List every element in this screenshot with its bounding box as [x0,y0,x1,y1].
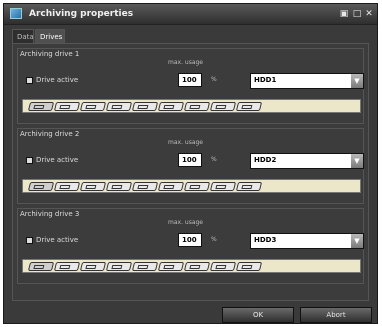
drive-slot-1-icon[interactable] [27,262,55,271]
drive-slot-3-icon[interactable] [79,102,107,111]
drive-select[interactable]: HDD3 ▼ [250,233,364,249]
drive-slot-9-icon[interactable] [235,262,263,271]
maximize-icon[interactable]: □ [352,9,362,19]
drive-slot-5-icon[interactable] [131,182,159,191]
drive-slot-6-icon[interactable] [157,262,185,271]
drive-slot-7-icon[interactable] [183,262,211,271]
drive-slot-3-icon[interactable] [79,262,107,271]
max-usage-input[interactable]: 100 [178,233,202,247]
group-title: Archiving drive 1 [20,50,80,58]
archiving-properties-window: Archiving properties ▣ □ ✕ Data Drives A… [3,3,378,324]
chevron-down-icon[interactable]: ▼ [351,154,363,168]
drive-slot-8-icon[interactable] [209,262,237,271]
drive-active-checkbox[interactable] [26,77,33,84]
archiving-drive-3-group: Archiving drive 3 max. usage Drive activ… [17,208,364,284]
drive-slot-4-icon[interactable] [105,262,133,271]
percent-unit: % [211,76,217,83]
window-title: Archiving properties [29,9,134,19]
drive-active-checkbox[interactable] [26,157,33,164]
drive-select[interactable]: HDD2 ▼ [250,153,364,169]
drive-select-value: HDD1 [254,76,277,84]
archiving-drive-1-group: Archiving drive 1 max. usage Drive activ… [17,48,364,124]
chevron-down-icon[interactable]: ▼ [351,74,363,88]
drive-select-value: HDD2 [254,156,277,164]
abort-button[interactable]: Abort [300,307,372,323]
drive-slot-5-icon[interactable] [131,262,159,271]
drive-selector-bar [22,179,361,193]
max-usage-input[interactable]: 100 [178,73,202,87]
drive-slot-2-icon[interactable] [53,102,81,111]
drive-slot-7-icon[interactable] [183,102,211,111]
archive-app-icon [10,8,22,19]
drive-active-label: Drive active [36,76,79,84]
drive-slot-1-icon[interactable] [27,182,55,191]
chevron-down-icon[interactable]: ▼ [351,234,363,248]
drive-slot-8-icon[interactable] [209,182,237,191]
drive-slot-4-icon[interactable] [105,182,133,191]
drive-slot-6-icon[interactable] [157,182,185,191]
drive-slot-5-icon[interactable] [131,102,159,111]
drive-active-label: Drive active [36,236,79,244]
drive-slot-9-icon[interactable] [235,182,263,191]
drive-active-label: Drive active [36,156,79,164]
archiving-drive-2-group: Archiving drive 2 max. usage Drive activ… [17,128,364,204]
group-title: Archiving drive 3 [20,210,80,218]
drives-panel: Archiving drive 1 max. usage Drive activ… [12,43,369,301]
drive-slot-2-icon[interactable] [53,262,81,271]
tab-data[interactable]: Data [12,29,34,43]
drive-select-value: HDD3 [254,236,277,244]
drive-slot-8-icon[interactable] [209,102,237,111]
ok-button[interactable]: OK [222,307,294,323]
max-usage-label: max. usage [168,59,203,66]
drive-select[interactable]: HDD1 ▼ [250,73,364,89]
title-bar: Archiving properties ▣ □ ✕ [4,4,377,25]
minimize-icon[interactable]: ▣ [339,9,349,19]
drive-slot-4-icon[interactable] [105,102,133,111]
max-usage-input[interactable]: 100 [178,153,202,167]
drive-active-checkbox[interactable] [26,237,33,244]
drive-slot-1-icon[interactable] [27,102,55,111]
close-icon[interactable]: ✕ [364,9,374,19]
drive-selector-bar [22,99,361,113]
tab-drives[interactable]: Drives [35,29,65,43]
max-usage-label: max. usage [168,139,203,146]
max-usage-label: max. usage [168,219,203,226]
drive-slot-7-icon[interactable] [183,182,211,191]
drive-slot-2-icon[interactable] [53,182,81,191]
drive-slot-9-icon[interactable] [235,102,263,111]
drive-slot-3-icon[interactable] [79,182,107,191]
percent-unit: % [211,236,217,243]
drive-slot-6-icon[interactable] [157,102,185,111]
percent-unit: % [211,156,217,163]
drive-selector-bar [22,259,361,273]
group-title: Archiving drive 2 [20,130,80,138]
